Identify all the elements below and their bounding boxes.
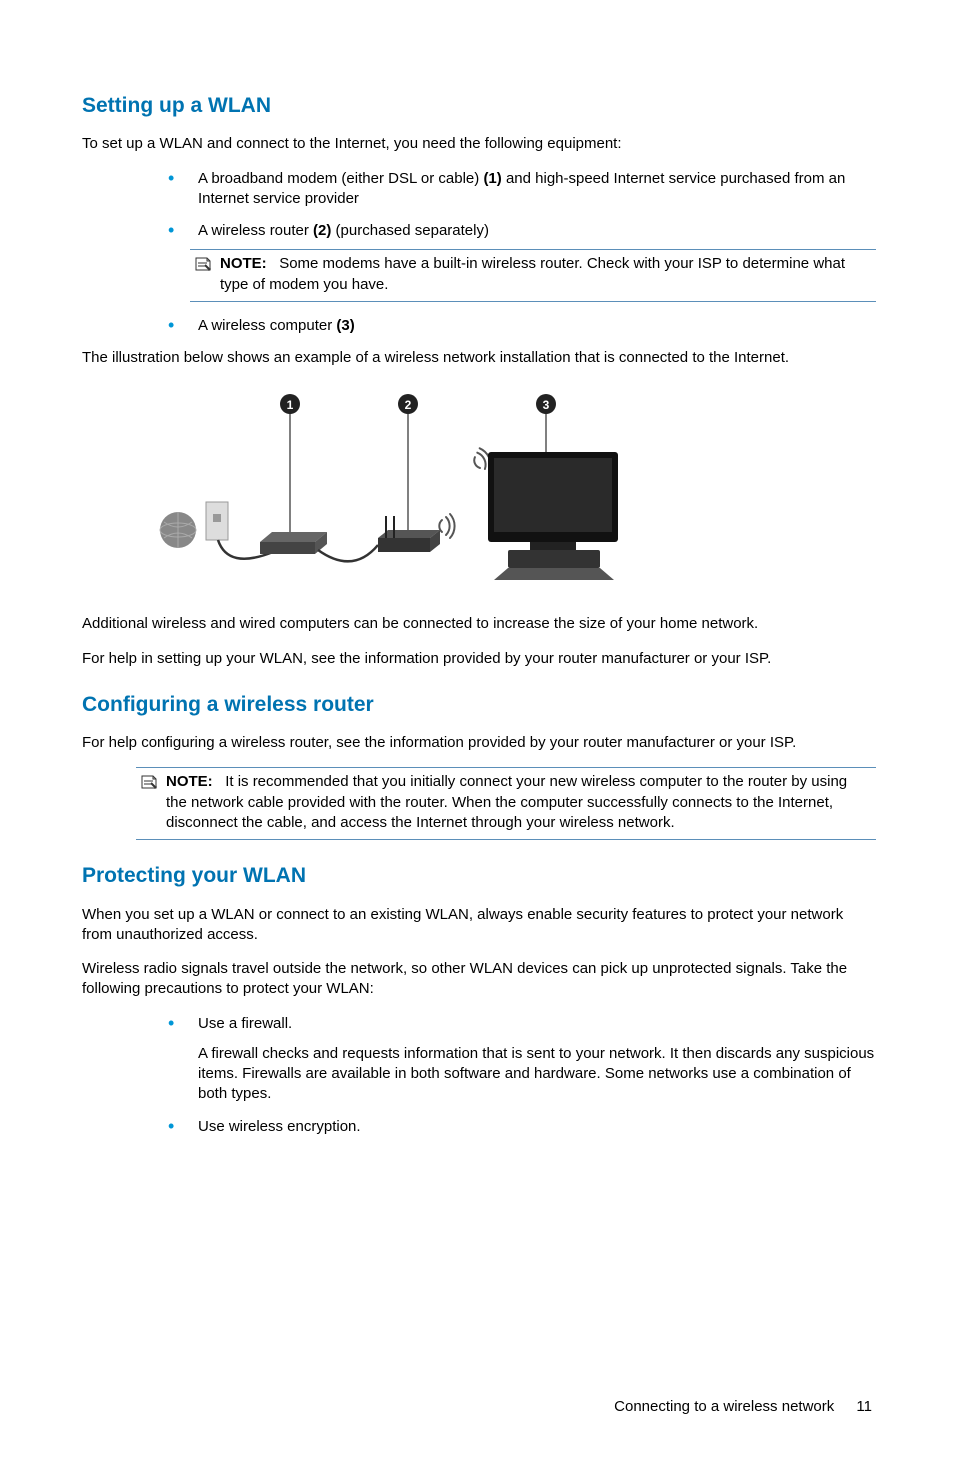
paragraph: For help configuring a wireless router, … [82,733,876,753]
list-item-text: A broadband modem (either DSL or cable) [198,170,483,187]
list-item: A wireless router (2) (purchased separat… [158,221,876,302]
list-item-text: Use a firewall. [198,1015,292,1032]
footer-text: Connecting to a wireless network [614,1398,834,1415]
paragraph: Wireless radio signals travel outside th… [82,959,876,1000]
list-item: Use wireless encryption. [158,1117,876,1137]
list-item: A broadband modem (either DSL or cable) … [158,169,876,210]
callout-number: (2) [313,222,331,239]
equipment-list: A broadband modem (either DSL or cable) … [158,169,876,337]
list-item-text: Use wireless encryption. [198,1118,361,1135]
list-item-text: A wireless router [198,222,313,239]
paragraph: Additional wireless and wired computers … [82,614,876,634]
note-body: It is recommended that you initially con… [166,773,847,831]
note-body: Some modems have a built-in wireless rou… [220,255,845,292]
note-text: NOTE: It is recommended that you initial… [166,772,872,833]
svg-text:3: 3 [543,398,550,412]
page-number: 11 [856,1397,872,1417]
paragraph: The illustration below shows an example … [82,348,876,368]
heading-protecting-wlan: Protecting your WLAN [82,862,876,890]
paragraph: When you set up a WLAN or connect to an … [82,905,876,946]
note-box: NOTE: It is recommended that you initial… [136,767,876,840]
heading-configuring-router: Configuring a wireless router [82,691,876,719]
paragraph: For help in setting up your WLAN, see th… [82,649,876,669]
page-footer: Connecting to a wireless network 11 [82,1397,876,1417]
note-label: NOTE: [220,255,267,272]
svg-text:1: 1 [287,398,294,412]
list-item: A wireless computer (3) [158,316,876,336]
page-content: Setting up a WLAN To set up a WLAN and c… [0,0,954,1477]
note-text: NOTE: Some modems have a built-in wirele… [220,254,872,295]
note-icon [194,255,212,273]
precautions-list: Use a firewall. A firewall checks and re… [158,1014,876,1137]
list-item: Use a firewall. A firewall checks and re… [158,1014,876,1105]
note-label: NOTE: [166,773,213,790]
callout-number: (3) [336,317,354,334]
intro-paragraph: To set up a WLAN and connect to the Inte… [82,134,876,154]
callout-number: (1) [483,170,501,187]
list-item-sub: A firewall checks and requests informati… [198,1044,876,1105]
list-item-text: A wireless computer [198,317,336,334]
note-icon [140,773,158,791]
list-item-text: (purchased separately) [331,222,489,239]
network-diagram: 1 2 3 [158,382,658,592]
svg-text:2: 2 [405,398,412,412]
note-box: NOTE: Some modems have a built-in wirele… [190,249,876,302]
heading-setting-up-wlan: Setting up a WLAN [82,92,876,120]
